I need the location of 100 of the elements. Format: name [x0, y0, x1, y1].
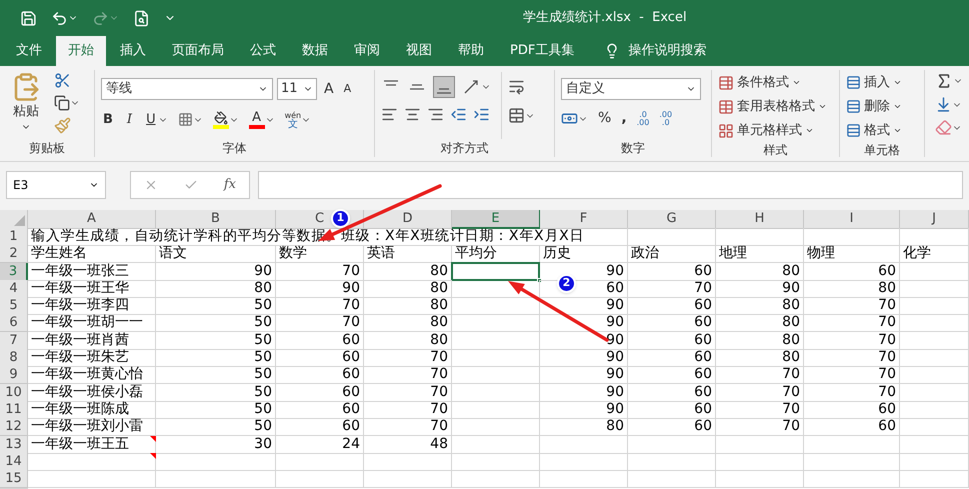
column-header[interactable]: F	[540, 210, 628, 229]
row-header[interactable]: 4	[0, 280, 28, 298]
font-name-field[interactable]: 等线	[101, 78, 273, 100]
ribbon-tab[interactable]: 开始	[56, 36, 106, 66]
fill-down-icon[interactable]	[935, 96, 952, 113]
cells-menu-button[interactable]: 删除	[846, 96, 902, 117]
tell-me-search[interactable]: 操作说明搜索	[628, 41, 706, 61]
row-header[interactable]: 12	[0, 418, 28, 436]
font-size-field[interactable]: 11	[277, 78, 317, 100]
ribbon-tab[interactable]: 审阅	[342, 36, 392, 66]
phonetic-button[interactable]: wén 文	[284, 110, 302, 129]
column-header[interactable]: G	[628, 210, 716, 229]
wrap-text-icon[interactable]	[508, 78, 525, 95]
name-box[interactable]: E3	[6, 171, 106, 199]
styles-menu-button[interactable]: 条件格式	[718, 72, 827, 93]
insert-function-button[interactable]: fx	[224, 175, 236, 195]
borders-icon[interactable]	[178, 112, 193, 128]
active-cell[interactable]	[451, 262, 540, 281]
table-cell: 70	[364, 400, 452, 419]
ribbon-tab[interactable]: 数据	[290, 36, 340, 66]
row-header[interactable]: 2	[0, 245, 28, 264]
styles-menu-button[interactable]: 套用表格格式	[718, 96, 827, 117]
column-heading-cell: 物理	[804, 245, 900, 264]
increase-indent-icon[interactable]	[473, 106, 490, 123]
caret-icon	[893, 78, 902, 87]
table-cell	[900, 332, 969, 350]
print-preview-icon[interactable]	[133, 10, 150, 26]
ribbon-tab[interactable]: 文件	[4, 36, 54, 66]
table-cell: 一年级一班刘小雷	[28, 418, 156, 436]
align-center-icon[interactable]	[404, 106, 421, 123]
ribbon-tab[interactable]: 帮助	[446, 36, 496, 66]
table-cell	[900, 470, 969, 488]
comma-button[interactable]: ,	[621, 108, 627, 129]
underline-button[interactable]: U	[144, 110, 158, 130]
align-right-icon[interactable]	[427, 106, 444, 123]
row-header[interactable]: 14	[0, 452, 28, 471]
ribbon-tab[interactable]: 页面布局	[160, 36, 236, 66]
row-header[interactable]: 10	[0, 384, 28, 402]
bold-button[interactable]: B	[101, 110, 115, 130]
column-header[interactable]: E	[452, 210, 540, 229]
decrease-indent-icon[interactable]	[450, 106, 467, 123]
column-header[interactable]: J	[900, 210, 969, 229]
table-cell	[900, 349, 969, 368]
table-cell: 70	[804, 384, 900, 402]
table-cell: 80	[364, 314, 452, 332]
table-cell: 一年级一班侯小磊	[28, 384, 156, 402]
table-cell	[900, 262, 969, 281]
table-cell: 80	[364, 262, 452, 281]
paste-button[interactable]: 粘贴	[6, 72, 46, 139]
table-cell: 60	[628, 400, 716, 419]
row-header[interactable]: 9	[0, 366, 28, 384]
clear-icon[interactable]	[935, 119, 952, 136]
table-cell	[900, 366, 969, 384]
column-heading-cell: 学生姓名	[28, 245, 156, 264]
row-header[interactable]: 13	[0, 436, 28, 454]
row-header[interactable]: 6	[0, 314, 28, 332]
save-icon[interactable]	[20, 10, 37, 26]
number-format-field[interactable]: 自定义	[561, 78, 701, 100]
align-bottom-icon[interactable]	[433, 76, 455, 98]
group-label: 单元格	[864, 143, 900, 157]
grow-font-button[interactable]: A	[321, 78, 337, 100]
formula-input[interactable]	[258, 171, 963, 199]
column-header[interactable]: H	[716, 210, 804, 229]
undo-icon[interactable]	[51, 10, 68, 26]
row-header[interactable]: 8	[0, 349, 28, 368]
row-header[interactable]: 15	[0, 470, 28, 488]
fill-color-icon[interactable]	[212, 110, 229, 129]
align-left-icon[interactable]	[381, 106, 398, 123]
row-header[interactable]: 11	[0, 400, 28, 419]
font-color-button[interactable]: A	[248, 110, 265, 129]
ribbon-tab[interactable]: PDF工具集	[498, 36, 586, 66]
ribbon-tab[interactable]: 插入	[108, 36, 158, 66]
cells-menu-button[interactable]: 格式	[846, 120, 902, 141]
increase-decimal-button[interactable]: .0 .00	[636, 110, 650, 126]
column-header[interactable]: A	[28, 210, 156, 229]
table-cell: 70	[804, 366, 900, 384]
table-cell: 一年级一班李四	[28, 297, 156, 316]
table-cell: 50	[156, 332, 276, 350]
table-cell: 80	[364, 332, 452, 350]
column-header[interactable]: B	[156, 210, 276, 229]
table-cell	[900, 280, 969, 298]
row-header[interactable]: 1	[0, 228, 28, 246]
row-header[interactable]: 7	[0, 332, 28, 350]
column-header[interactable]: I	[804, 210, 900, 229]
table-cell: 80	[716, 314, 804, 332]
copy-icon[interactable]	[54, 95, 70, 111]
ribbon-tab[interactable]: 视图	[394, 36, 444, 66]
styles-menu-button[interactable]: 单元格样式	[718, 120, 827, 141]
italic-button[interactable]: I	[124, 110, 134, 130]
group-label: 剪贴板	[29, 141, 65, 155]
row-header[interactable]: 3	[0, 262, 28, 281]
percent-button[interactable]: %	[598, 108, 612, 129]
merge-icon[interactable]	[508, 107, 525, 124]
cells-menu-button[interactable]: 插入	[846, 72, 902, 93]
row-header[interactable]: 5	[0, 297, 28, 316]
shrink-font-button[interactable]: A	[340, 80, 354, 98]
cut-icon[interactable]	[54, 72, 71, 89]
table-cell: 60	[628, 384, 716, 402]
ribbon-tab[interactable]: 公式	[238, 36, 288, 66]
decrease-decimal-button[interactable]: .00 .0	[659, 110, 672, 126]
